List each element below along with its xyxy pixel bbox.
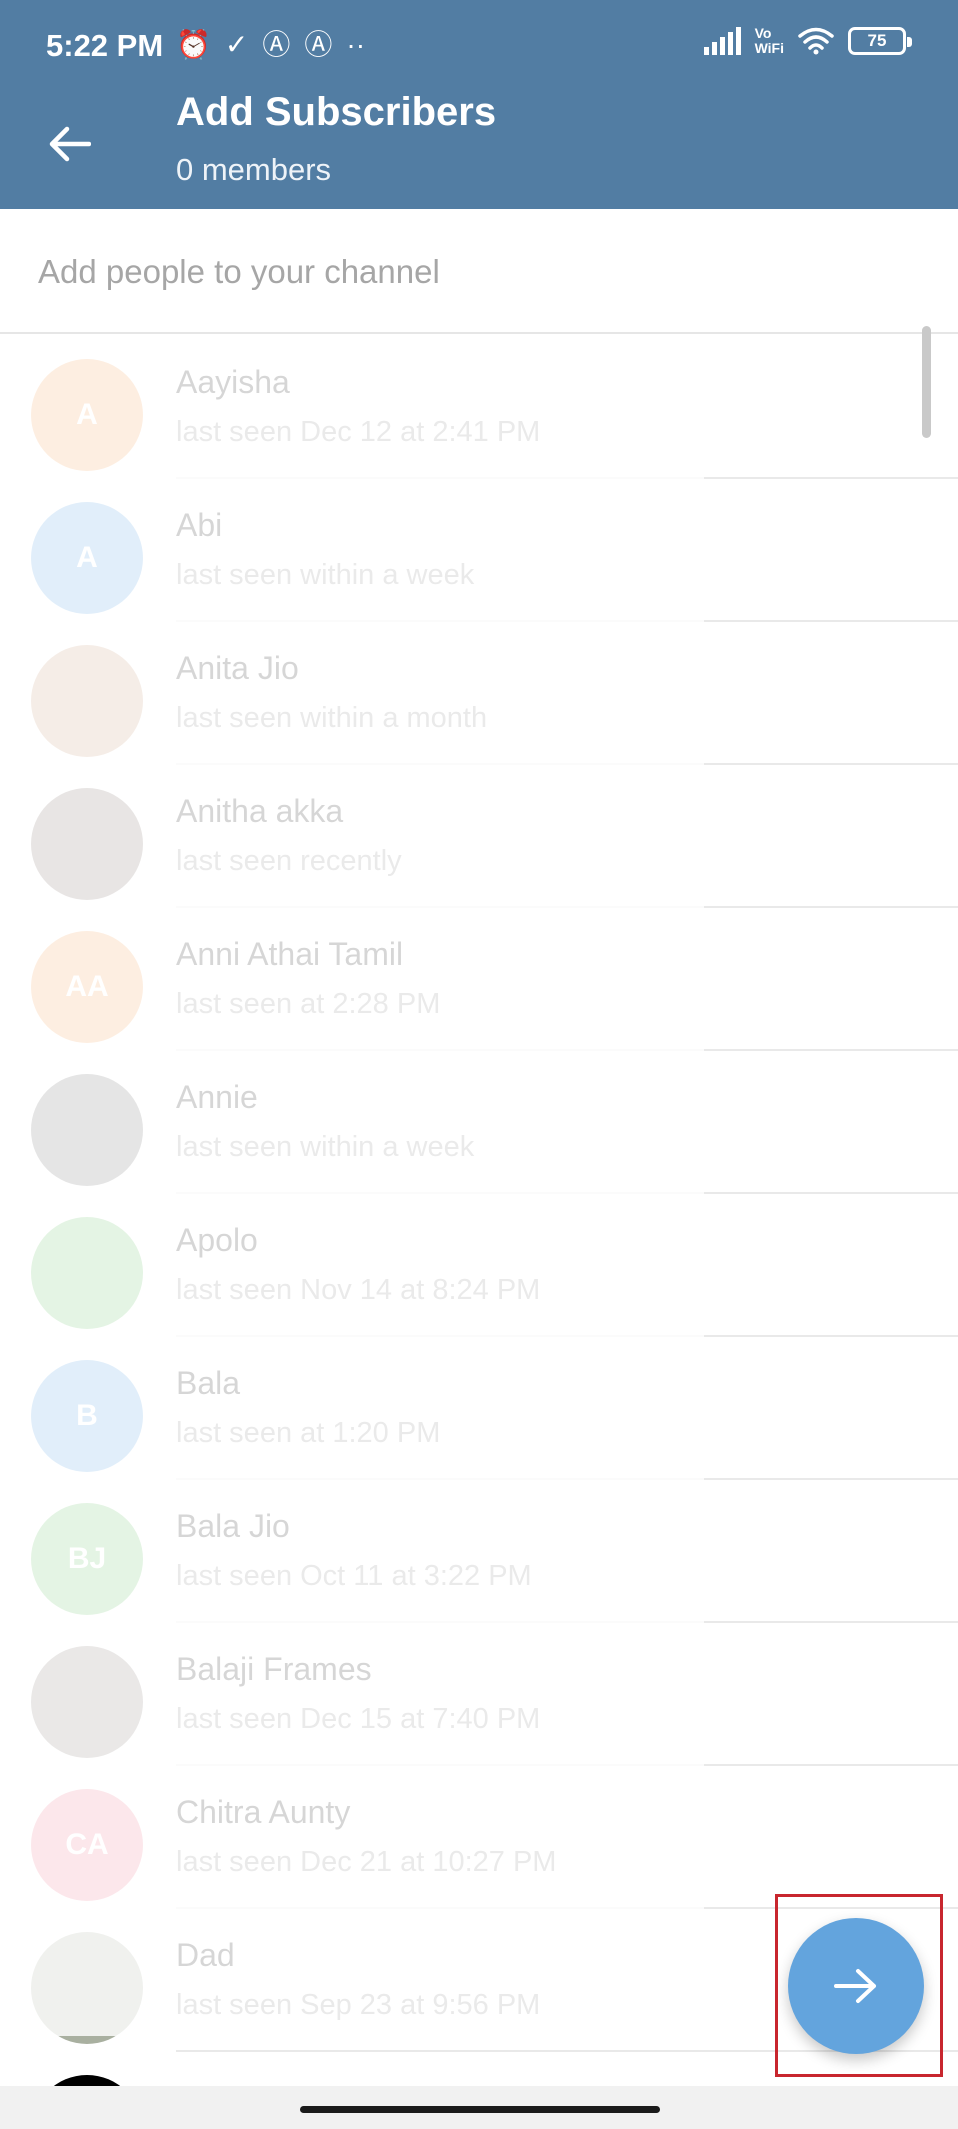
avatar [31,645,143,757]
status-time: 5:22 PM [46,28,164,63]
avatar: A [31,502,143,614]
avatar: CA [31,1789,143,1901]
contact-name: Anitha akka [176,793,344,829]
more-dots-icon: ·· [346,29,366,60]
search-input[interactable] [38,241,918,303]
back-button[interactable] [34,108,106,180]
avatar [31,788,143,900]
contact-name: Dad [176,1937,235,1973]
contact-last-seen: last seen within a week [176,559,475,591]
contact-last-seen: last seen at 2:28 PM [176,988,441,1020]
avatar [31,1217,143,1329]
next-button[interactable] [788,1918,924,2054]
contact-last-seen: last seen within a month [176,702,488,734]
system-status: Vo WiFi 75 [703,25,912,56]
contact-row[interactable]: Anitha akka last seen recently [0,765,958,908]
contact-last-seen: last seen Dec 12 at 2:41 PM [176,416,541,448]
home-handle[interactable] [300,2106,660,2113]
contact-row[interactable]: BJ Bala Jio last seen Oct 11 at 3:22 PM [0,1480,958,1623]
page-title: Add Subscribers [176,90,497,134]
app-a-icon: Ⓐ [262,29,291,60]
alarm-icon: ⏰ [176,29,211,60]
contact-last-seen: last seen within a week [176,1131,475,1163]
contact-row[interactable]: B Bala last seen at 1:20 PM [0,1337,958,1480]
wifi-icon [798,27,834,55]
contact-name: Anita Jio [176,650,299,686]
contact-name: Chitra Aunty [176,1794,351,1830]
contact-name: Bala Jio [176,1508,290,1544]
contact-name: Anni Athai Tamil [176,936,404,972]
check-icon: ✓ [224,29,249,60]
contact-row[interactable]: CA Chitra Aunty last seen Dec 21 at 10:27 … [0,1766,958,1909]
signal-icon [703,27,741,55]
avatar: AA [31,931,143,1043]
contact-row[interactable]: A Abi last seen within a week [0,479,958,622]
scrollbar[interactable] [922,326,931,438]
avatar [31,1074,143,1186]
contact-name: Apolo [176,1222,258,1258]
contact-row[interactable]: Balaji Frames last seen Dec 15 at 7:40 PM [0,1623,958,1766]
contact-row[interactable]: Annie last seen within a week [0,1051,958,1194]
battery-icon: 75 [848,27,912,55]
contact-row[interactable]: AA Anni Athai Tamil last seen at 2:28 PM [0,908,958,1051]
contact-last-seen: last seen Dec 15 at 7:40 PM [176,1703,541,1735]
gesture-navigation-bar [0,2086,958,2129]
avatar: A [31,359,143,471]
contact-name: Annie [176,1079,258,1115]
contact-list[interactable]: A Aayisha last seen Dec 12 at 2:41 PM A Abi l… [0,336,958,2100]
contact-name: Bala [176,1365,241,1401]
avatar [31,1646,143,1758]
vowifi-icon: Vo WiFi [754,25,784,56]
avatar: B [31,1360,143,1472]
contact-name: Balaji Frames [176,1651,372,1687]
contact-last-seen: last seen Oct 11 at 3:22 PM [176,1560,532,1592]
contact-last-seen: last seen Sep 23 at 9:56 PM [176,1989,541,2021]
app-header: 5:22 PM ⏰ ✓ Ⓐ Ⓐ ·· Vo WiFi 75 Add Subscr… [0,0,958,209]
app-a-icon: Ⓐ [304,29,333,60]
contact-name: Aayisha [176,364,290,400]
contact-row[interactable]: Anita Jio last seen within a month [0,622,958,765]
contact-last-seen: last seen Dec 21 at 10:27 PM [176,1846,557,1878]
contact-name: Abi [176,507,223,543]
status-bar: 5:22 PM ⏰ ✓ Ⓐ Ⓐ ·· Vo WiFi 75 [0,0,958,92]
contact-last-seen: last seen Nov 14 at 8:24 PM [176,1274,541,1306]
search-bar [0,209,958,334]
contact-row[interactable]: A Aayisha last seen Dec 12 at 2:41 PM [0,336,958,479]
contact-row[interactable]: Apolo last seen Nov 14 at 8:24 PM [0,1194,958,1337]
arrow-left-icon [49,126,91,162]
member-count: 0 members [176,152,332,187]
avatar [31,1932,143,2044]
contact-last-seen: last seen recently [176,845,402,877]
contact-last-seen: last seen at 1:20 PM [176,1417,441,1449]
notification-icons: ⏰ ✓ Ⓐ Ⓐ ·· [176,28,365,62]
avatar: BJ [31,1503,143,1615]
arrow-right-icon [834,1969,876,2003]
